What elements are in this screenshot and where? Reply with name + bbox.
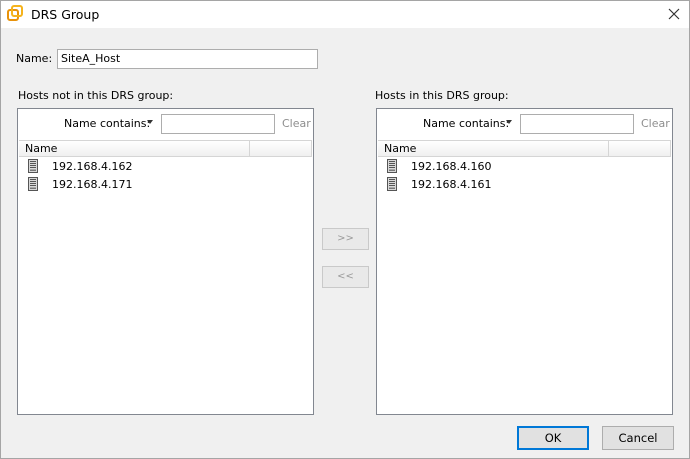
server-host-icon <box>28 159 38 173</box>
left-column-name[interactable]: Name <box>25 142 57 155</box>
list-item[interactable]: 192.168.4.171 <box>18 175 313 193</box>
cancel-button[interactable]: Cancel <box>602 426 674 450</box>
hosts-in-group-panel: Name contains: Clear Name 192.168.4.160 <box>376 108 673 415</box>
column-divider[interactable] <box>249 141 250 156</box>
column-divider[interactable] <box>608 141 609 156</box>
server-host-icon <box>387 159 397 173</box>
drs-group-dialog: DRS Group Name: SiteA_Host Hosts not in … <box>0 0 690 459</box>
hosts-not-in-group-panel: Name contains: Clear Name 192.168.4.162 <box>17 108 314 415</box>
close-button[interactable] <box>659 1 689 28</box>
caret-down-icon[interactable] <box>506 120 512 124</box>
left-filter-row: Name contains: Clear <box>18 109 313 139</box>
list-item[interactable]: 192.168.4.161 <box>377 175 672 193</box>
right-column-name[interactable]: Name <box>384 142 416 155</box>
window-title: DRS Group <box>31 7 100 22</box>
right-filter-input[interactable] <box>520 114 634 134</box>
right-column-header[interactable]: Name <box>378 140 671 157</box>
host-name: 192.168.4.160 <box>411 160 492 173</box>
left-clear-link[interactable]: Clear <box>282 117 311 130</box>
name-input[interactable]: SiteA_Host <box>57 49 318 69</box>
remove-from-group-button[interactable]: << <box>322 266 369 288</box>
add-to-group-button[interactable]: >> <box>322 228 369 250</box>
left-column-header[interactable]: Name <box>19 140 312 157</box>
caret-down-icon[interactable] <box>147 120 153 124</box>
vsphere-logo-icon <box>7 5 23 21</box>
left-filter-dropdown[interactable]: Name contains: <box>64 117 150 130</box>
hosts-in-group-label: Hosts in this DRS group: <box>375 89 509 102</box>
host-name: 192.168.4.162 <box>52 160 133 173</box>
close-icon <box>668 8 680 20</box>
server-host-icon <box>387 177 397 191</box>
left-filter-input[interactable] <box>161 114 275 134</box>
host-name: 192.168.4.161 <box>411 178 492 191</box>
name-label: Name: <box>16 52 53 65</box>
right-clear-link[interactable]: Clear <box>641 117 670 130</box>
server-host-icon <box>28 177 38 191</box>
ok-button[interactable]: OK <box>517 426 589 450</box>
list-item[interactable]: 192.168.4.162 <box>18 157 313 175</box>
right-host-list: 192.168.4.160 192.168.4.161 <box>377 157 672 193</box>
column-divider <box>311 141 312 156</box>
hosts-not-in-group-label: Hosts not in this DRS group: <box>18 89 174 102</box>
host-name: 192.168.4.171 <box>52 178 133 191</box>
right-filter-dropdown[interactable]: Name contains: <box>423 117 509 130</box>
title-bar: DRS Group <box>1 1 689 28</box>
column-divider <box>670 141 671 156</box>
list-item[interactable]: 192.168.4.160 <box>377 157 672 175</box>
right-filter-row: Name contains: Clear <box>377 109 672 139</box>
left-host-list: 192.168.4.162 192.168.4.171 <box>18 157 313 193</box>
